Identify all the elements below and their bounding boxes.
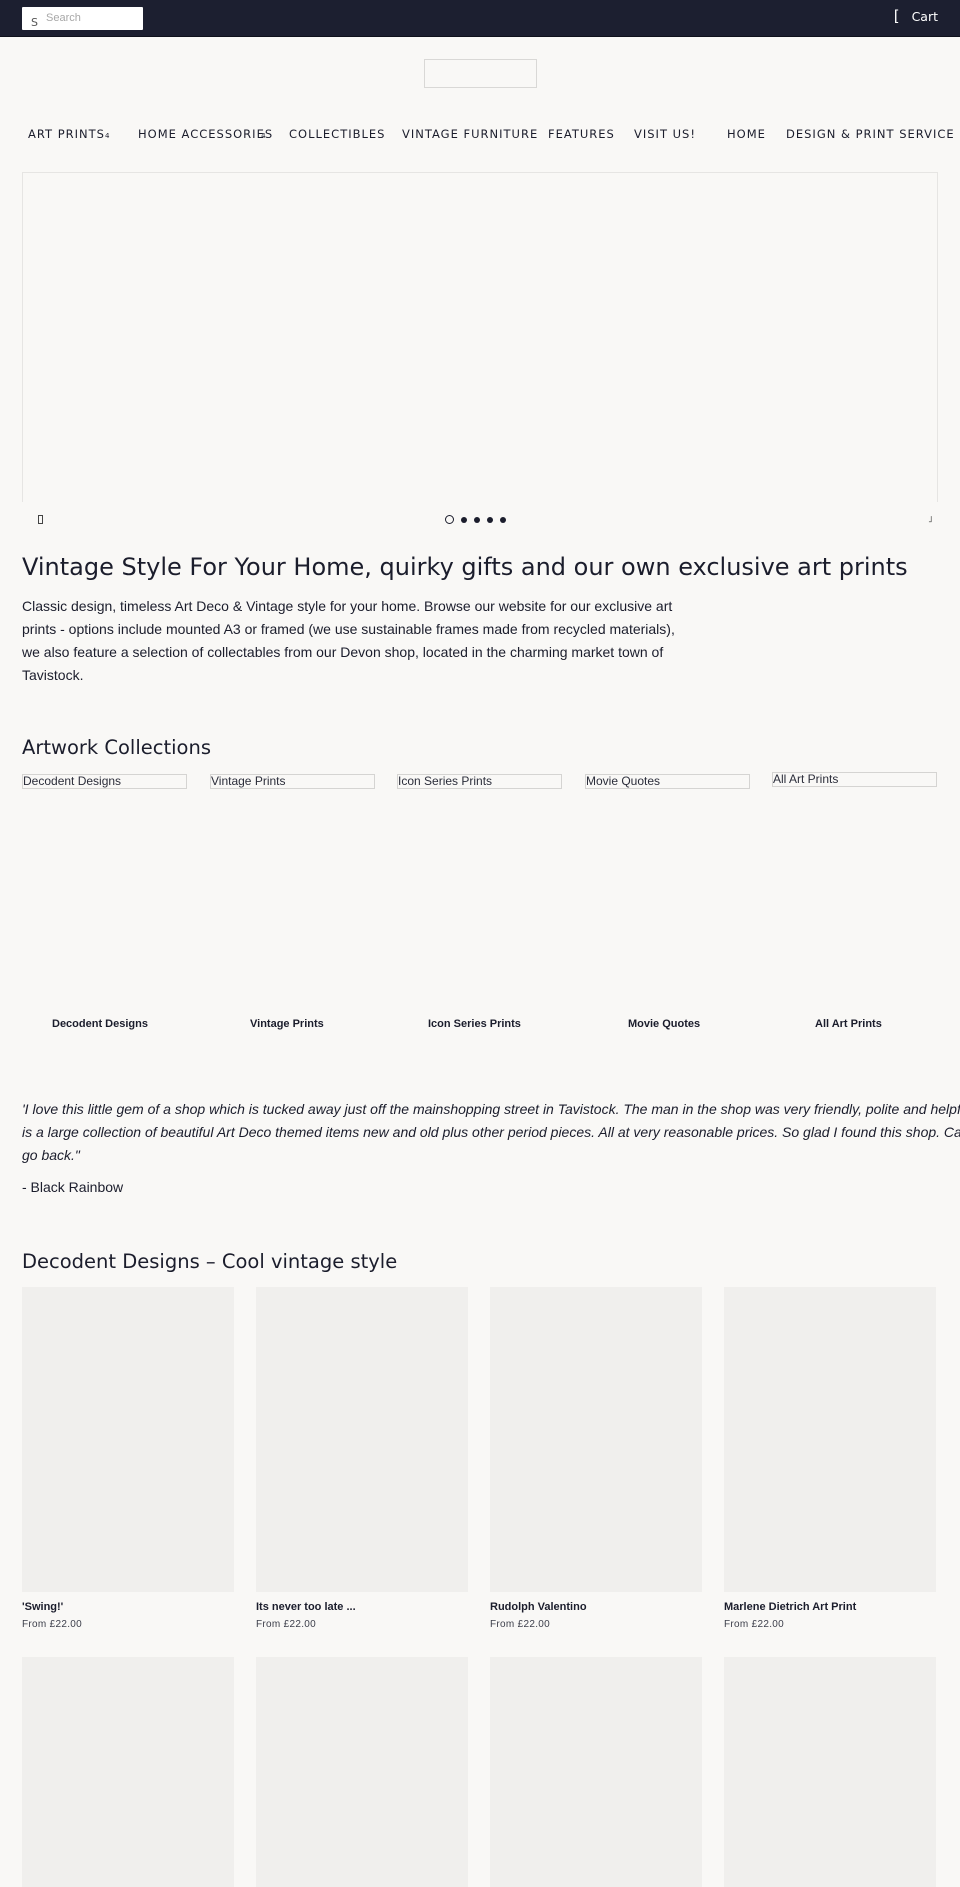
nav-item-home[interactable]: HOME [727,127,766,141]
testimonial-author: - Black Rainbow [22,1179,124,1195]
collection-image-decodent-designs[interactable]: Decodent Designs [22,774,187,789]
slideshow-next-icon[interactable]: ˩ [928,513,936,527]
slideshow-dot[interactable] [445,515,454,524]
collection-label[interactable]: Icon Series Prints [428,1018,521,1030]
product-title[interactable]: Rudolph Valentino [490,1601,587,1613]
product-image[interactable] [724,1287,936,1592]
cart-icon: [ [893,7,900,25]
collection-label[interactable]: Vintage Prints [250,1018,324,1030]
search-icon[interactable]: S [31,17,38,28]
product-price: From £22.00 [724,1619,784,1630]
search-input[interactable] [46,10,138,26]
intro-text: Classic design, timeless Art Deco & Vint… [22,598,675,683]
product-price: From £22.00 [256,1619,316,1630]
slideshow-dot[interactable] [461,516,467,523]
nav-item-art-prints[interactable]: ART PRINTS4 [28,127,109,141]
slideshow-dot[interactable] [487,516,493,523]
nav-item-collectibles[interactable]: COLLECTIBLES [289,127,385,141]
slideshow-dots [445,515,506,524]
nav-item-visit-us[interactable]: VISIT US! [634,127,696,141]
collection-label[interactable]: Movie Quotes [628,1018,700,1030]
slideshow-prev-icon[interactable] [36,513,46,527]
product-image[interactable] [22,1287,234,1592]
product-image[interactable] [256,1287,468,1592]
product-title[interactable]: Its never too late ... [256,1601,356,1613]
collection-image-icon-series-prints[interactable]: Icon Series Prints [397,774,562,789]
collection-image-movie-quotes[interactable]: Movie Quotes [585,774,750,789]
product-image[interactable] [490,1657,702,1887]
site-logo[interactable] [424,59,537,88]
collection-label[interactable]: All Art Prints [815,1018,882,1030]
product-image[interactable] [256,1657,468,1887]
hero-slideshow [22,172,938,502]
product-title[interactable]: 'Swing!' [22,1601,63,1613]
product-image[interactable] [490,1287,702,1592]
main-nav: ART PRINTS4 HOME ACCESSORIES4 COLLECTIBL… [0,127,960,145]
nav-item-vintage-furniture[interactable]: VINTAGE FURNITURE [402,127,538,141]
product-image[interactable] [724,1657,936,1887]
collection-image-all-art-prints[interactable]: All Art Prints [772,772,937,787]
slideshow-dot[interactable] [500,516,506,523]
chevron-down-icon: 4 [261,132,266,140]
search-box[interactable]: S [22,7,143,30]
page-headline: Vintage Style For Your Home, quirky gift… [22,553,908,581]
slideshow-dot[interactable] [474,516,480,523]
nav-item-design-print-service[interactable]: DESIGN & PRINT SERVICE [786,127,955,141]
collections-title: Artwork Collections [22,736,212,759]
product-image[interactable] [22,1657,234,1887]
product-price: From £22.00 [490,1619,550,1630]
nav-item-home-accessories[interactable]: HOME ACCESSORIES4 [138,127,272,141]
collection-image-vintage-prints[interactable]: Vintage Prints [210,774,375,789]
announcement-header-bar: S [ Cart [0,0,960,37]
collection-label[interactable]: Decodent Designs [52,1018,148,1030]
testimonial-quote: 'I love this little gem of a shop which … [22,1101,960,1163]
chevron-down-icon: 4 [104,132,110,140]
product-title[interactable]: Marlene Dietrich Art Print [724,1601,856,1613]
cart-label: Cart [911,9,938,24]
product-price: From £22.00 [22,1619,82,1630]
cart-link[interactable]: [ Cart [893,7,938,25]
nav-item-features[interactable]: FEATURES [548,127,615,141]
featured-collection-title: Decodent Designs – Cool vintage style [22,1250,398,1273]
